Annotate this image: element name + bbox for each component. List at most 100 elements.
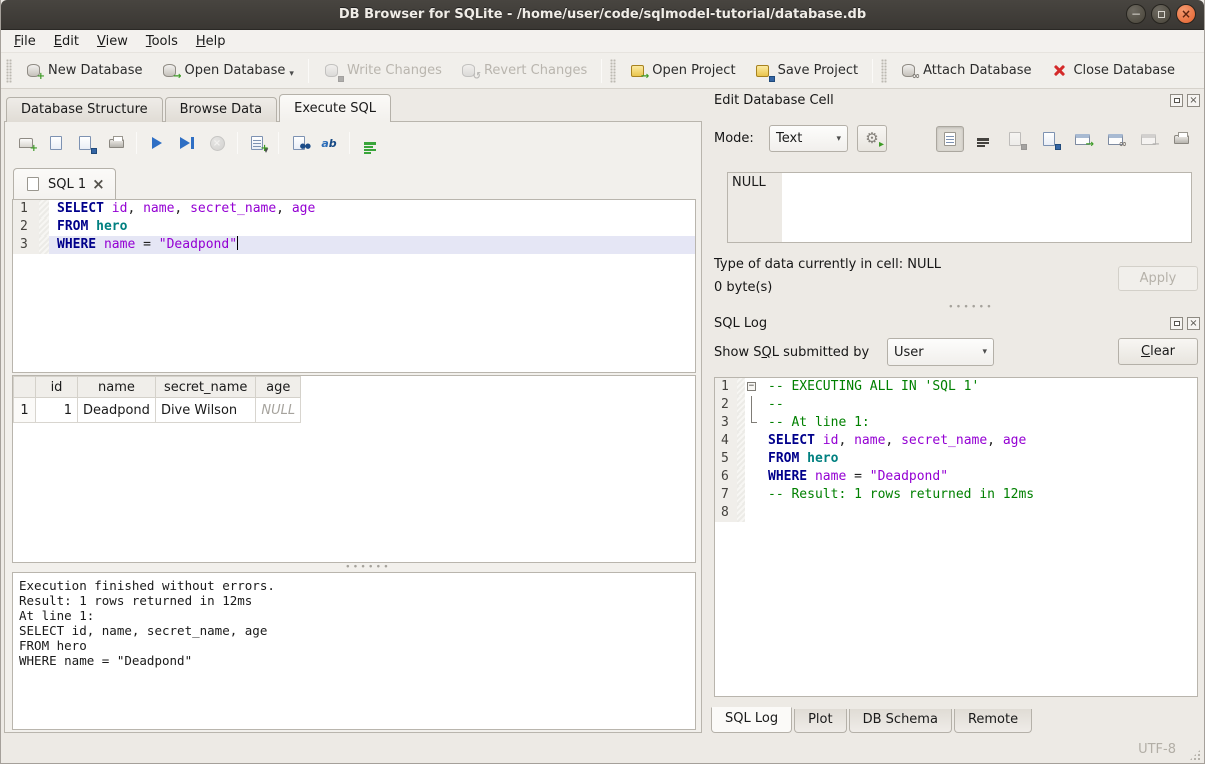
open-project-icon: → (628, 63, 646, 79)
new-sql-tab-button[interactable]: + (13, 130, 39, 156)
toolbar-drag-handle[interactable] (6, 59, 12, 83)
cell-value-editor[interactable]: NULL (727, 172, 1192, 243)
tab-db-schema[interactable]: DB Schema (849, 709, 952, 733)
log-line: 5 FROM hero (715, 450, 1197, 468)
autoswitch-mode-button[interactable]: ⚙▸ (857, 125, 887, 152)
print-cell-button[interactable] (1167, 126, 1195, 152)
line-number: 1 (715, 378, 737, 396)
attach-database-button[interactable]: ∞ Attach Database (890, 58, 1040, 84)
log-line: 7 -- Result: 1 rows returned in 12ms (715, 486, 1197, 504)
toolbar-separator (349, 132, 350, 154)
column-header-secret-name[interactable]: secret_name (155, 377, 255, 398)
cell-editor-area[interactable] (782, 173, 1191, 242)
menu-file[interactable]: File (5, 32, 45, 51)
text-mode-button[interactable] (936, 126, 964, 152)
sql-document-tab[interactable]: SQL 1 × (13, 168, 116, 199)
splitter-handle[interactable]: ∙∙∙∙∙∙ (345, 562, 391, 572)
execute-all-button[interactable] (144, 130, 170, 156)
message-line: Result: 1 rows returned in 12ms (19, 593, 689, 608)
fold-collapse-icon[interactable]: − (747, 382, 756, 391)
save-project-button[interactable]: Save Project (745, 58, 868, 84)
float-icon (1174, 98, 1180, 103)
menu-tools[interactable]: Tools (137, 32, 187, 51)
results-corner-cell[interactable] (14, 377, 36, 398)
close-panel-button[interactable]: × (1187, 317, 1200, 330)
copy-link-button[interactable]: ∞ (1101, 126, 1129, 152)
dock-splitter-handle[interactable]: ∙∙∙∙∙∙ (948, 302, 994, 312)
main-toolbar: + New Database → Open Database ▾ Write C… (1, 53, 1204, 89)
tab-execute-sql[interactable]: Execute SQL (279, 94, 391, 122)
tab-remote[interactable]: Remote (954, 709, 1032, 733)
editor-line-current[interactable]: 3 WHERE name = "Deadpond" (13, 236, 695, 254)
maximize-button[interactable] (1151, 4, 1171, 24)
fold-margin (39, 236, 49, 254)
new-database-button[interactable]: + New Database (15, 58, 152, 84)
column-header-age[interactable]: age (256, 377, 301, 398)
line-number: 6 (715, 468, 737, 486)
resize-grip[interactable] (1189, 749, 1201, 761)
sql-editor[interactable]: 1 SELECT id, name, secret_name, age 2 FR… (12, 199, 696, 373)
clear-log-button[interactable]: Clear (1118, 338, 1198, 365)
menu-edit[interactable]: Edit (45, 32, 88, 51)
gear-icon: ⚙ (865, 131, 878, 146)
open-database-button[interactable]: → Open Database ▾ (152, 58, 303, 84)
tab-browse-data[interactable]: Browse Data (165, 97, 278, 122)
save-results-button[interactable]: +▾ (245, 130, 271, 156)
float-panel-button[interactable] (1170, 317, 1183, 330)
float-panel-button[interactable] (1170, 94, 1183, 107)
tab-database-structure[interactable]: Database Structure (6, 97, 163, 122)
save-sql-file-button[interactable]: ▾ (73, 130, 99, 156)
close-database-button[interactable]: Close Database (1040, 58, 1184, 84)
title-bar[interactable]: DB Browser for SQLite - /home/user/code/… (1, 0, 1204, 30)
minimize-button[interactable]: − (1126, 4, 1146, 24)
line-number: 3 (715, 414, 737, 432)
cell-secret-name[interactable]: Dive Wilson (155, 398, 255, 423)
print-sql-button[interactable] (103, 130, 129, 156)
toolbar-drag-handle[interactable] (610, 59, 616, 83)
open-project-button[interactable]: → Open Project (619, 58, 744, 84)
tab-plot[interactable]: Plot (794, 709, 847, 733)
new-database-icon: + (24, 63, 42, 79)
mode-select[interactable]: Text ▾ (769, 125, 848, 152)
row-number-cell[interactable]: 1 (14, 398, 36, 423)
tab-sql-log[interactable]: SQL Log (711, 707, 792, 733)
open-sql-file-button[interactable] (43, 130, 69, 156)
log-line: 3 -- At line 1: (715, 414, 1197, 432)
format-sql-button[interactable] (357, 130, 383, 156)
toolbar-separator (237, 132, 238, 154)
column-header-name[interactable]: name (78, 377, 156, 398)
column-header-id[interactable]: id (36, 377, 78, 398)
close-button[interactable]: × (1176, 4, 1196, 24)
execution-message-box[interactable]: Execution finished without errors. Resul… (12, 572, 696, 730)
mode-value: Text (776, 131, 830, 146)
edit-cell-title: Edit Database Cell (714, 93, 834, 108)
cell-name[interactable]: Deadpond (78, 398, 156, 423)
sql-log-view[interactable]: 1 − -- EXECUTING ALL IN 'SQL 1' 2 -- 3 -… (714, 377, 1198, 697)
log-filter-select[interactable]: User ▾ (887, 338, 994, 366)
editor-line[interactable]: 1 SELECT id, name, secret_name, age (13, 200, 695, 218)
word-wrap-button[interactable] (969, 126, 997, 152)
export-data-button[interactable] (1035, 126, 1063, 152)
open-database-dropdown-icon[interactable]: ▾ (289, 69, 294, 79)
find-in-sql-button[interactable]: ●● (286, 130, 312, 156)
execute-line-button[interactable] (174, 130, 200, 156)
set-null-button: − (1134, 126, 1162, 152)
apply-button: Apply (1118, 266, 1198, 291)
menu-help[interactable]: Help (187, 32, 235, 51)
replace-text-button[interactable]: ab (316, 130, 342, 156)
open-external-button[interactable]: → (1068, 126, 1096, 152)
main-tab-bar: Database Structure Browse Data Execute S… (6, 94, 393, 122)
close-panel-button[interactable]: × (1187, 94, 1200, 107)
editor-line[interactable]: 2 FROM hero (13, 218, 695, 236)
menu-view[interactable]: View (88, 32, 137, 51)
cell-age-null[interactable]: NULL (256, 398, 301, 423)
log-line: 2 -- (715, 396, 1197, 414)
cell-id[interactable]: 1 (36, 398, 78, 423)
cell-size-text: 0 byte(s) (714, 280, 772, 295)
log-filter-label: Show SQL submitted by (714, 345, 869, 360)
results-grid[interactable]: id name secret_name age 1 1 Deadpond Div… (12, 375, 696, 563)
fold-margin (39, 200, 49, 218)
toolbar-drag-handle[interactable] (881, 59, 887, 83)
sql-tab-close-icon[interactable]: × (92, 178, 105, 191)
line-number: 3 (13, 236, 39, 254)
